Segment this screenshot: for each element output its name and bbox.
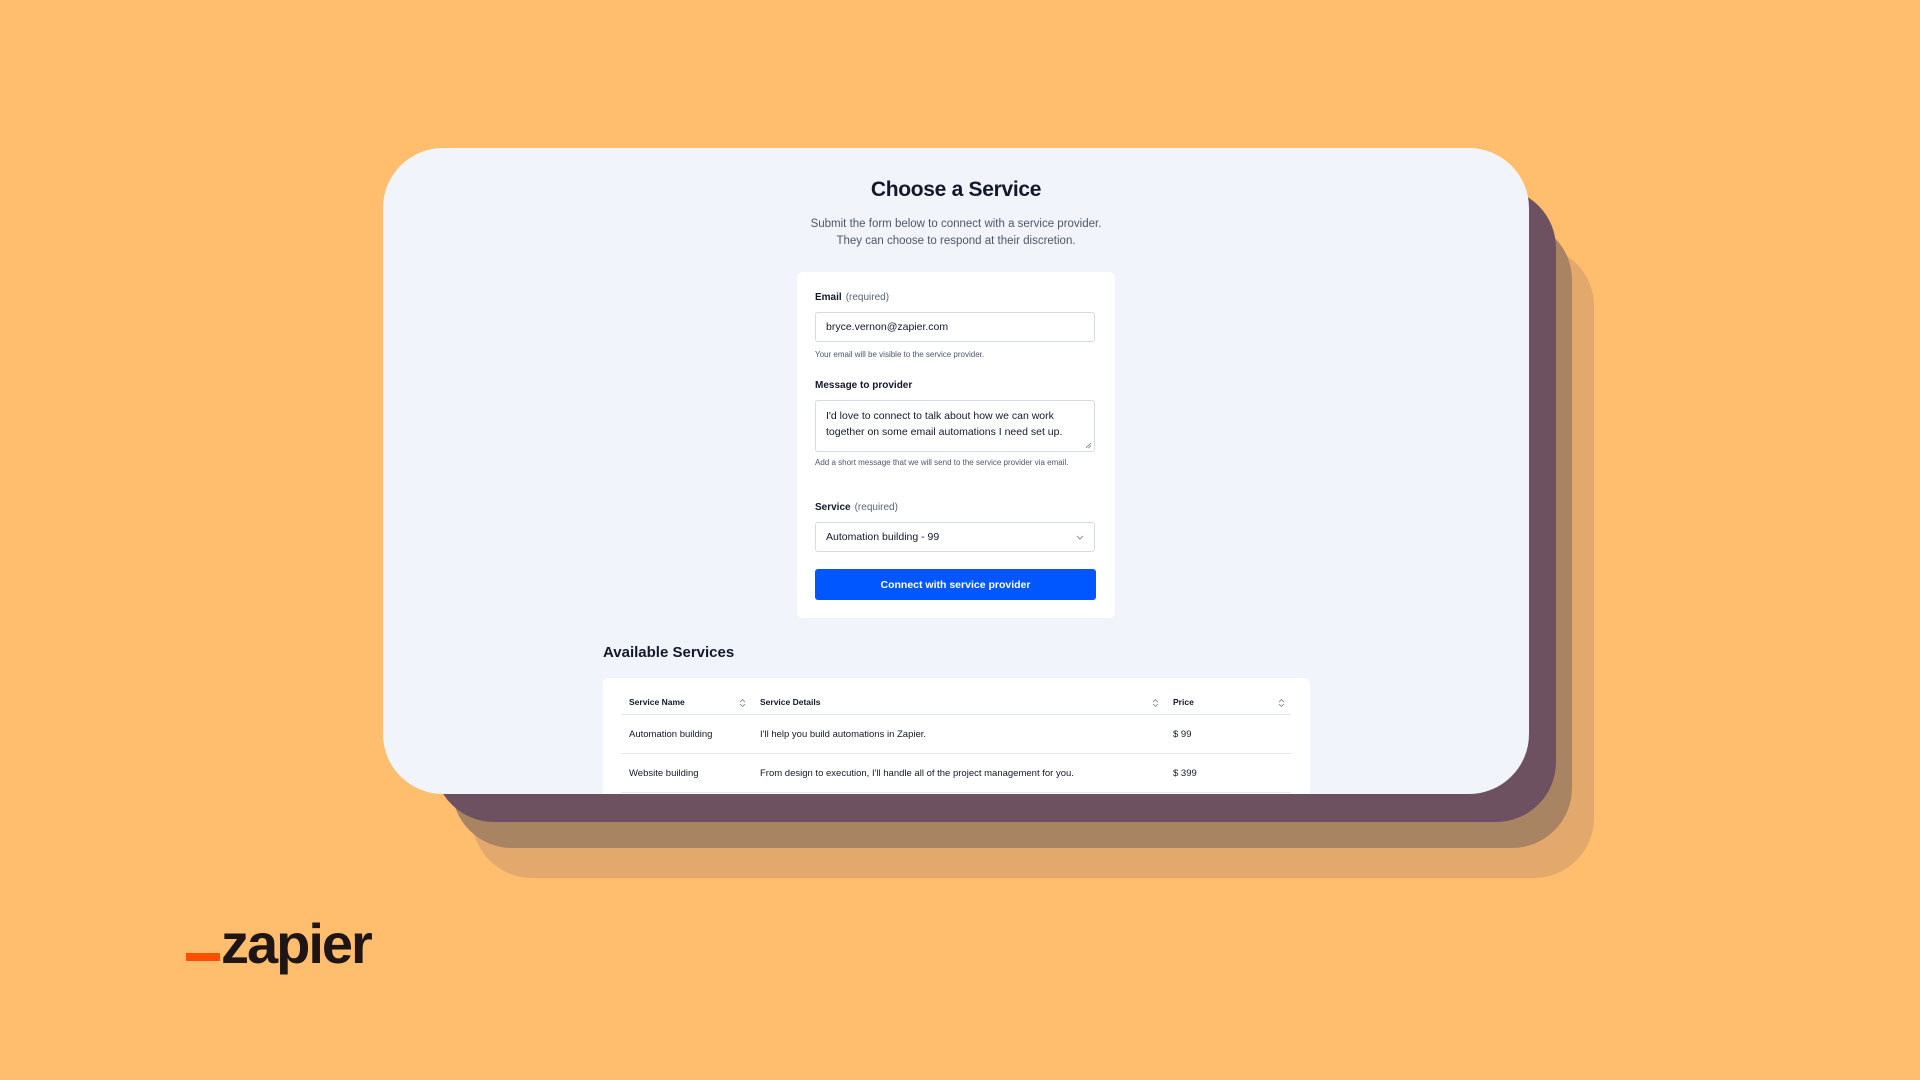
email-value: bryce.vernon@zapier.com (826, 321, 949, 333)
email-required-note: (required) (845, 292, 890, 303)
service-label-text: Service (815, 502, 851, 513)
available-services-title: Available Services (603, 644, 735, 661)
service-price-cell: $ 99 (1165, 714, 1291, 754)
service-price-cell: $ 399 (1165, 753, 1291, 793)
table-row[interactable]: Website building From design to executio… (621, 753, 1291, 793)
column-header-label: Price (1173, 697, 1194, 707)
email-label-text: Email (815, 292, 842, 303)
sort-icon[interactable] (1278, 698, 1285, 708)
message-label: Message to provider (815, 380, 912, 391)
table-row[interactable]: Automation building I'll help you build … (621, 714, 1291, 754)
service-selected-value: Automation building - 99 (826, 531, 940, 543)
column-header-service-details[interactable]: Service Details (752, 690, 1165, 715)
zapier-logo: zapier (186, 906, 373, 975)
connect-form: Email (required) bryce.vernon@zapier.com … (797, 272, 1115, 618)
service-details-cell: I'll help you build automations in Zapie… (752, 714, 1165, 754)
service-details-cell: From design to execution, I'll handle al… (752, 753, 1165, 793)
services-table: Service Name Service Details Price Autom… (621, 690, 1291, 793)
column-header-price[interactable]: Price (1165, 690, 1291, 715)
column-header-service-name[interactable]: Service Name (621, 690, 752, 715)
subtitle-line-1: Submit the form below to connect with a … (810, 218, 1102, 230)
logo-underscore-mark (186, 953, 220, 961)
page-subtitle: Submit the form below to connect with a … (383, 216, 1529, 249)
message-label-text: Message to provider (815, 380, 913, 391)
sort-icon[interactable] (1152, 698, 1159, 708)
table-header-row: Service Name Service Details Price (621, 690, 1291, 715)
service-page-card: Choose a Service Submit the form below t… (383, 148, 1529, 794)
services-table-card: Service Name Service Details Price Autom… (603, 678, 1310, 794)
email-help-text: Your email will be visible to the servic… (815, 350, 985, 359)
message-textarea[interactable]: I'd love to connect to talk about how we… (815, 400, 1095, 452)
service-label: Service (required) (815, 502, 898, 513)
service-name-cell: Automation building (621, 714, 752, 754)
email-field[interactable]: bryce.vernon@zapier.com (815, 312, 1095, 342)
resize-grip-icon[interactable] (1085, 442, 1092, 449)
chevron-down-icon (1076, 535, 1084, 540)
logo-wordmark: zapier (221, 912, 373, 975)
service-select[interactable]: Automation building - 99 (815, 522, 1095, 552)
connect-button[interactable]: Connect with service provider (815, 569, 1096, 600)
column-header-label: Service Details (760, 697, 821, 707)
email-label: Email (required) (815, 292, 889, 303)
sort-icon[interactable] (739, 698, 746, 708)
subtitle-line-2: They can choose to respond at their disc… (836, 234, 1076, 247)
service-required-note: (required) (854, 502, 898, 513)
service-name-cell: Website building (621, 753, 752, 793)
page-title: Choose a Service (870, 178, 1042, 201)
message-help-text: Add a short message that we will send to… (815, 458, 1069, 467)
message-value: I'd love to connect to talk about how we… (826, 410, 1063, 438)
column-header-label: Service Name (629, 697, 685, 707)
